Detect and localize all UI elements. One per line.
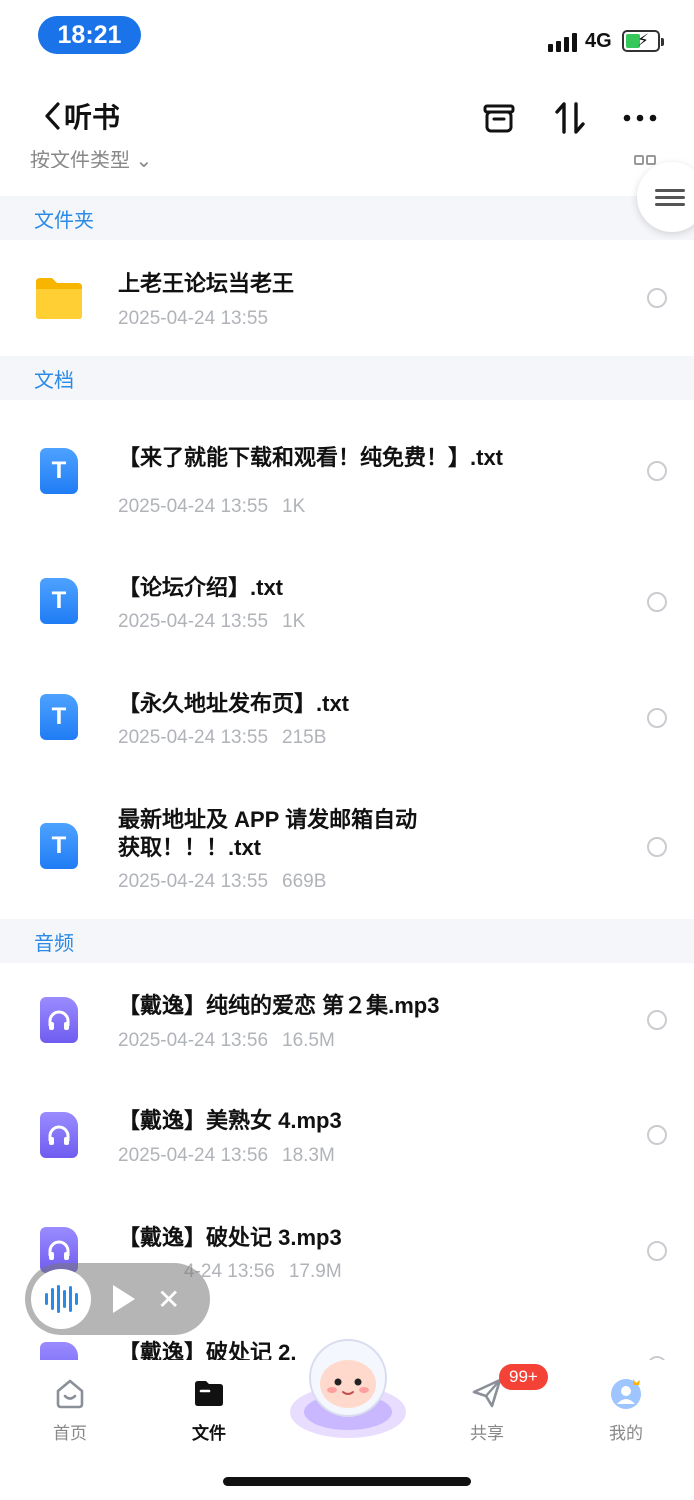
file-name: 【戴逸】破处记 3.mp3 bbox=[118, 1225, 342, 1250]
mascot-button[interactable] bbox=[287, 1334, 409, 1442]
folder-date: 2025-04-24 13:55 bbox=[118, 308, 269, 329]
more-button[interactable] bbox=[620, 98, 660, 138]
select-radio[interactable] bbox=[647, 1125, 667, 1145]
file-meta: 2025-04-24 13:55 669B bbox=[118, 871, 327, 892]
file-name: 【永久地址发布页】.txt bbox=[118, 691, 350, 716]
txt-file-icon: T bbox=[40, 823, 78, 869]
folder-name: 上老王论坛当老王 bbox=[118, 271, 295, 296]
sort-by-type-dropdown[interactable]: 按文件类型 ⌄ bbox=[30, 144, 152, 168]
file-meta: 2025-04-24 13:55 215B bbox=[118, 727, 327, 748]
select-radio[interactable] bbox=[647, 461, 667, 481]
file-meta: 4-24 13:56 17.9M bbox=[184, 1261, 342, 1282]
file-meta: 2025-04-24 13:55 1K bbox=[118, 611, 306, 632]
home-indicator bbox=[223, 1477, 471, 1486]
audio-row[interactable]: 【戴逸】纯纯的爱恋 第２集.mp3 2025-04-24 13:56 16.5M bbox=[0, 963, 694, 1078]
audio-row[interactable]: 【戴逸】美熟女 4.mp3 2025-04-24 13:56 18.3M bbox=[0, 1078, 694, 1193]
file-name-line2: 获取！！！.txt bbox=[118, 835, 262, 860]
select-radio[interactable] bbox=[647, 837, 667, 857]
file-name: 【论坛介绍】.txt bbox=[118, 575, 284, 600]
nav-home-label: 首页 bbox=[53, 1424, 87, 1443]
txt-file-icon: T bbox=[40, 694, 78, 740]
sort-button[interactable] bbox=[550, 98, 590, 138]
txt-file-icon: T bbox=[40, 578, 78, 624]
battery-icon: ⚡ bbox=[622, 30, 664, 52]
more-dots-icon bbox=[623, 114, 657, 122]
txt-file-icon: T bbox=[40, 448, 78, 494]
select-radio[interactable] bbox=[647, 1010, 667, 1030]
back-button[interactable]: 听书 bbox=[42, 96, 120, 136]
select-radio[interactable] bbox=[647, 708, 667, 728]
sort-arrows-icon bbox=[555, 102, 585, 134]
mini-player[interactable]: ✕ bbox=[25, 1263, 210, 1335]
chevron-left-icon bbox=[45, 102, 60, 130]
nav-files[interactable]: 文件 bbox=[169, 1376, 249, 1444]
file-name: 【来了就能下载和观看！纯免费！】.txt bbox=[118, 445, 504, 470]
signal-icon bbox=[548, 32, 577, 52]
folder-nav-icon bbox=[195, 1381, 223, 1406]
folder-icon bbox=[34, 276, 84, 325]
box-icon bbox=[483, 104, 515, 133]
file-name: 【戴逸】纯纯的爱恋 第２集.mp3 bbox=[118, 993, 440, 1018]
doc-row[interactable]: T 最新地址及 APP 请发邮箱自动 获取！！！.txt 2025-04-24 … bbox=[0, 775, 694, 920]
file-name-line1: 最新地址及 APP 请发邮箱自动 bbox=[118, 807, 418, 832]
nav-mine[interactable]: 我的 bbox=[586, 1376, 666, 1444]
share-badge: 99+ bbox=[499, 1364, 548, 1390]
nav-home[interactable]: 首页 bbox=[30, 1376, 110, 1444]
doc-row[interactable]: T 【来了就能下载和观看！纯免费！】.txt 2025-04-24 13:55 1… bbox=[0, 400, 694, 540]
save-box-button[interactable] bbox=[479, 98, 519, 138]
nav-header: 听书 bbox=[0, 90, 694, 146]
section-folders: 文件夹 bbox=[0, 196, 694, 240]
play-icon[interactable] bbox=[113, 1285, 135, 1313]
section-audio: 音频 bbox=[0, 919, 694, 963]
audio-wave-icon[interactable] bbox=[31, 1269, 91, 1329]
nav-files-label: 文件 bbox=[192, 1424, 226, 1443]
file-meta: 2025-04-24 13:56 18.3M bbox=[118, 1145, 335, 1166]
folder-row[interactable]: 上老王论坛当老王 2025-04-24 13:55 bbox=[0, 240, 694, 356]
file-name: 【戴逸】美熟女 4.mp3 bbox=[118, 1108, 342, 1133]
select-radio[interactable] bbox=[647, 288, 667, 308]
file-meta: 2025-04-24 13:56 16.5M bbox=[118, 1030, 335, 1051]
doc-row[interactable]: T 【永久地址发布页】.txt 2025-04-24 13:55 215B bbox=[0, 660, 694, 775]
status-bar: 18:21 4G ⚡ bbox=[0, 0, 694, 76]
mascot-icon bbox=[290, 1339, 406, 1438]
audio-file-icon bbox=[40, 1112, 78, 1158]
avatar-icon bbox=[611, 1379, 641, 1409]
file-meta: 2025-04-24 13:55 1K bbox=[118, 496, 306, 517]
audio-file-icon bbox=[40, 997, 78, 1043]
page-title: 听书 bbox=[64, 102, 121, 133]
select-radio[interactable] bbox=[647, 1241, 667, 1261]
status-time: 18:21 bbox=[38, 16, 141, 54]
grid-view-icon[interactable] bbox=[634, 152, 660, 166]
select-radio[interactable] bbox=[647, 592, 667, 612]
close-icon[interactable]: ✕ bbox=[157, 1283, 180, 1316]
nav-share-label: 共享 bbox=[470, 1424, 504, 1443]
list-icon bbox=[655, 185, 685, 210]
doc-row[interactable]: T 【论坛介绍】.txt 2025-04-24 13:55 1K bbox=[0, 540, 694, 660]
section-docs: 文档 bbox=[0, 356, 694, 400]
nav-mine-label: 我的 bbox=[609, 1424, 643, 1443]
home-icon bbox=[56, 1379, 84, 1409]
network-label: 4G bbox=[585, 30, 612, 52]
